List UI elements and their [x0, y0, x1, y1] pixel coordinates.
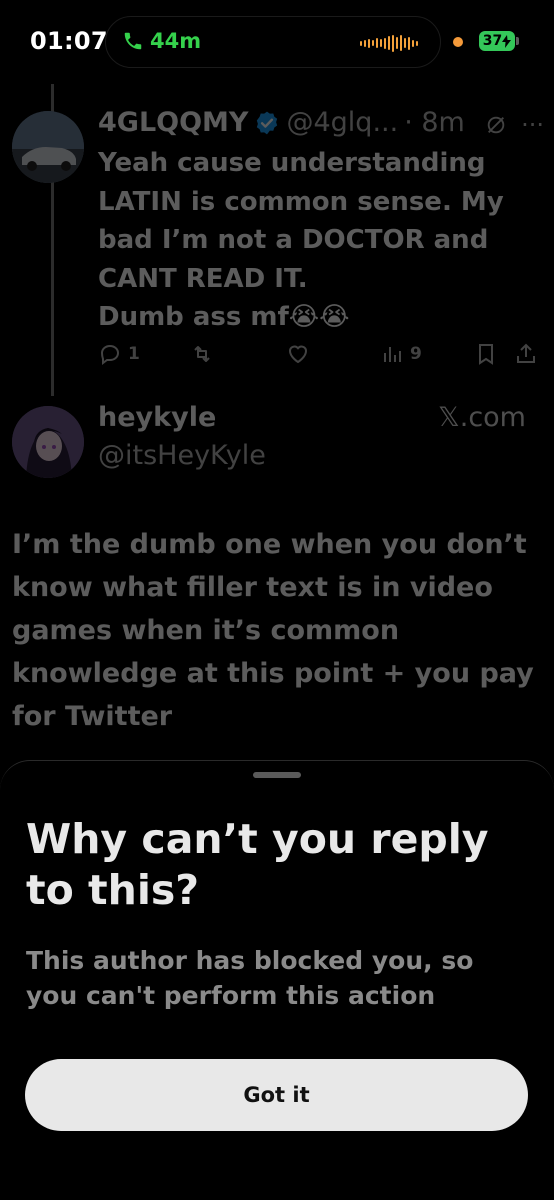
call-indicator[interactable]: 44m [122, 29, 201, 53]
charging-bolt-icon [502, 34, 512, 48]
retweet-button[interactable] [190, 342, 214, 366]
dynamic-island[interactable]: 44m [105, 16, 441, 68]
tweet-text: Yeah cause understanding LATIN is common… [98, 148, 504, 332]
feed-overlay-content: 4GLQQMY @4glq... · 8m ··· Yeah cause und… [0, 0, 554, 770]
call-duration: 44m [150, 29, 202, 53]
got-it-button[interactable]: Got it [25, 1059, 528, 1131]
x-logo-source: 𝕏.com [437, 402, 526, 433]
sheet-body: This author has blocked you, so you can'… [26, 946, 474, 1010]
reply-button[interactable]: 1 [98, 342, 140, 366]
author-name[interactable]: 4GLQQMY [98, 107, 248, 138]
quoted-author-handle[interactable]: @itsHeyKyle [98, 440, 266, 471]
audio-waveform-icon [360, 34, 418, 52]
heart-icon [288, 345, 308, 364]
reply-icon [100, 344, 120, 365]
battery-icon: 37 [479, 31, 515, 51]
blocked-reply-sheet: Why can’t you reply to this? This author… [0, 760, 554, 1200]
bookmark-button[interactable] [474, 342, 498, 366]
tweet-header-actions: ··· [485, 111, 544, 139]
views-count: 9 [410, 344, 422, 364]
battery-cap [516, 37, 519, 45]
tweet-time: · 8m [404, 107, 465, 138]
tweet-actions: 1 9 [98, 342, 544, 372]
screen: 01:07 44m 37 4GLQQMY @4glq... · 8m ··· Y… [0, 0, 554, 1200]
privacy-indicator-dot [453, 37, 463, 47]
like-button[interactable] [286, 342, 310, 366]
avatar-car-image [12, 111, 84, 183]
battery-level: 37 [482, 33, 503, 49]
more-options-icon[interactable]: ··· [521, 111, 544, 139]
quoted-tweet-text: I’m the dumb one when you don’t know wha… [12, 529, 534, 732]
reply-count: 1 [128, 344, 140, 364]
sheet-grabber[interactable] [253, 772, 301, 778]
author-handle[interactable]: @4glq... [286, 107, 398, 138]
avatar[interactable] [12, 111, 84, 183]
verified-badge-icon [257, 111, 278, 134]
share-button[interactable] [514, 342, 538, 366]
tweet-feed: 4GLQQMY @4glq... · 8m ··· Yeah cause und… [0, 0, 554, 770]
quoted-avatar[interactable] [12, 406, 84, 478]
status-time: 01:07 [30, 27, 108, 55]
phone-icon [124, 32, 142, 50]
share-icon [517, 343, 535, 363]
grok-icon[interactable] [485, 114, 507, 136]
bookmark-icon [479, 344, 493, 365]
tweet-header: 4GLQQMY @4glq... · 8m [98, 107, 548, 138]
sheet-title: Why can’t you reply to this? [26, 815, 489, 914]
retweet-icon [194, 346, 210, 362]
status-bar: 01:07 44m 37 [0, 0, 554, 84]
views-button[interactable]: 9 [380, 342, 422, 366]
views-chart-icon [384, 347, 401, 362]
quoted-author-name[interactable]: heykyle [98, 402, 216, 433]
avatar-anime-image [12, 406, 84, 478]
